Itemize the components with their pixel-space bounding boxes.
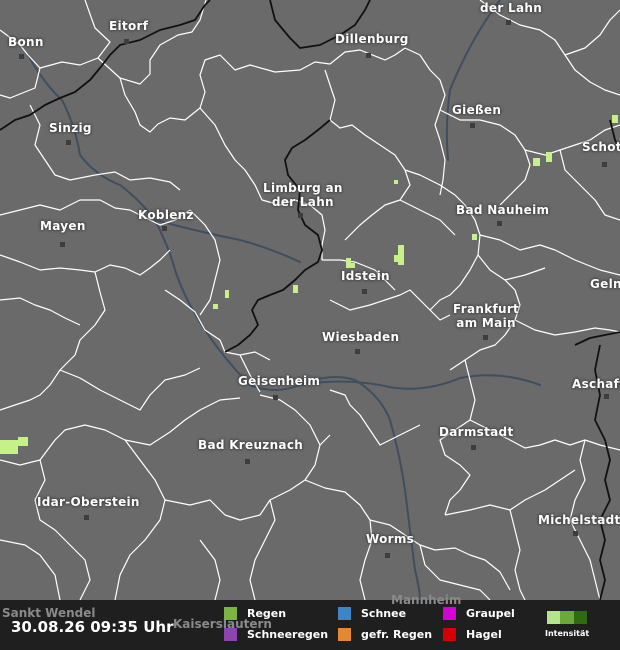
legend-swatch-schneeregen [224,628,237,641]
legend-swatch-schnee [338,607,351,620]
city-label-bad-nauheim: Bad Nauheim [456,203,550,217]
intensity-high [573,611,587,624]
city-dot-der-lahn [506,20,511,25]
legend-label-schneeregen: Schneeregen [247,628,329,641]
city-label-eitorf: Eitorf [109,19,149,33]
city-dot-eitorf [124,39,129,44]
city-dot-wiesbaden [355,349,360,354]
city-label-limburg-line2: der Lahn [271,195,334,209]
city-dot-darmstadt [471,445,476,450]
city-label-mayen: Mayen [40,219,86,233]
legend-label-hagel: Hagel [466,628,502,641]
city-label-koblenz: Koblenz [138,208,194,222]
city-dot-idar-oberstein [84,515,89,520]
city-label-mannheim: Mannheim [391,593,462,607]
legend-label-schnee: Schnee [361,607,407,620]
legend-item-hagel: Hagel [443,628,502,641]
map-canvas [0,0,620,650]
city-dot-dillenburg [366,53,371,58]
city-label-frankfurt: Frankfurt am Main [453,302,519,330]
city-label-bonn: Bonn [8,35,44,49]
city-label-wiesbaden: Wiesbaden [322,330,400,344]
city-dot-frankfurt [483,335,488,340]
legend-swatch-graupel [443,607,456,620]
city-label-dillenburg: Dillenburg [335,32,409,46]
legend-item-schnee: Schnee [338,607,406,620]
city-dot-bad-kreuznach [245,459,250,464]
city-label-frankfurt-line1: Frankfurt [453,302,520,316]
city-dot-worms [385,553,390,558]
legend-swatch-regen [224,607,237,620]
legend-item-graupel: Graupel [443,607,515,620]
city-dot-bad-nauheim [497,221,502,226]
city-label-michelstadt: Michelstadt [538,513,620,527]
city-label-idstein: Idstein [341,269,390,283]
timestamp: 30.08.26 09:35 Uhr [11,618,174,636]
legend-label-gefr-regen: gefr. Regen [361,628,433,641]
intensity-mid [560,611,574,624]
city-dot-mayen [60,242,65,247]
legend-label-graupel: Graupel [466,607,515,620]
legend-swatch-hagel [443,628,456,641]
city-dot-koblenz [162,226,167,231]
city-label-bad-kreuznach: Bad Kreuznach [198,438,304,452]
city-label-giessen: Gießen [452,103,502,117]
city-dot-giessen [470,123,475,128]
legend-item-gefr-regen: gefr. Regen [338,628,432,641]
legend-item-regen: Regen [224,607,286,620]
city-label-frankfurt-line2: am Main [456,316,516,330]
city-label-geisenheim: Geisenheim [238,374,321,388]
city-label-idar-oberstein: Idar-Oberstein [37,495,140,509]
city-dot-sinzig [66,140,71,145]
city-label-sinzig: Sinzig [49,121,92,135]
city-dot-michelstadt [573,531,578,536]
legend-label-regen: Regen [247,607,287,620]
city-dot-bonn [19,54,24,59]
intensity-low [547,611,561,624]
city-label-worms: Worms [366,532,415,546]
city-dot-aschaff [604,394,609,399]
city-label-geln: Geln [590,277,620,291]
city-dot-idstein [362,289,367,294]
legend-swatch-gefr-regen [338,628,351,641]
intensity-label: Intensität [545,629,590,638]
city-dot-geisenheim [273,395,278,400]
city-label-schot: Schot [582,140,620,154]
city-label-aschaff: Aschaff [572,377,620,391]
city-label-darmstadt: Darmstadt [439,425,514,439]
city-label-der-lahn: der Lahn [480,1,543,15]
intensity-scale [547,611,587,624]
legend-item-schneeregen: Schneeregen [224,628,328,641]
city-label-limburg-line1: Limburg an [263,181,343,195]
city-dot-limburg [298,213,303,218]
city-dot-schot [602,162,607,167]
city-label-limburg: Limburg an der Lahn [263,181,343,209]
